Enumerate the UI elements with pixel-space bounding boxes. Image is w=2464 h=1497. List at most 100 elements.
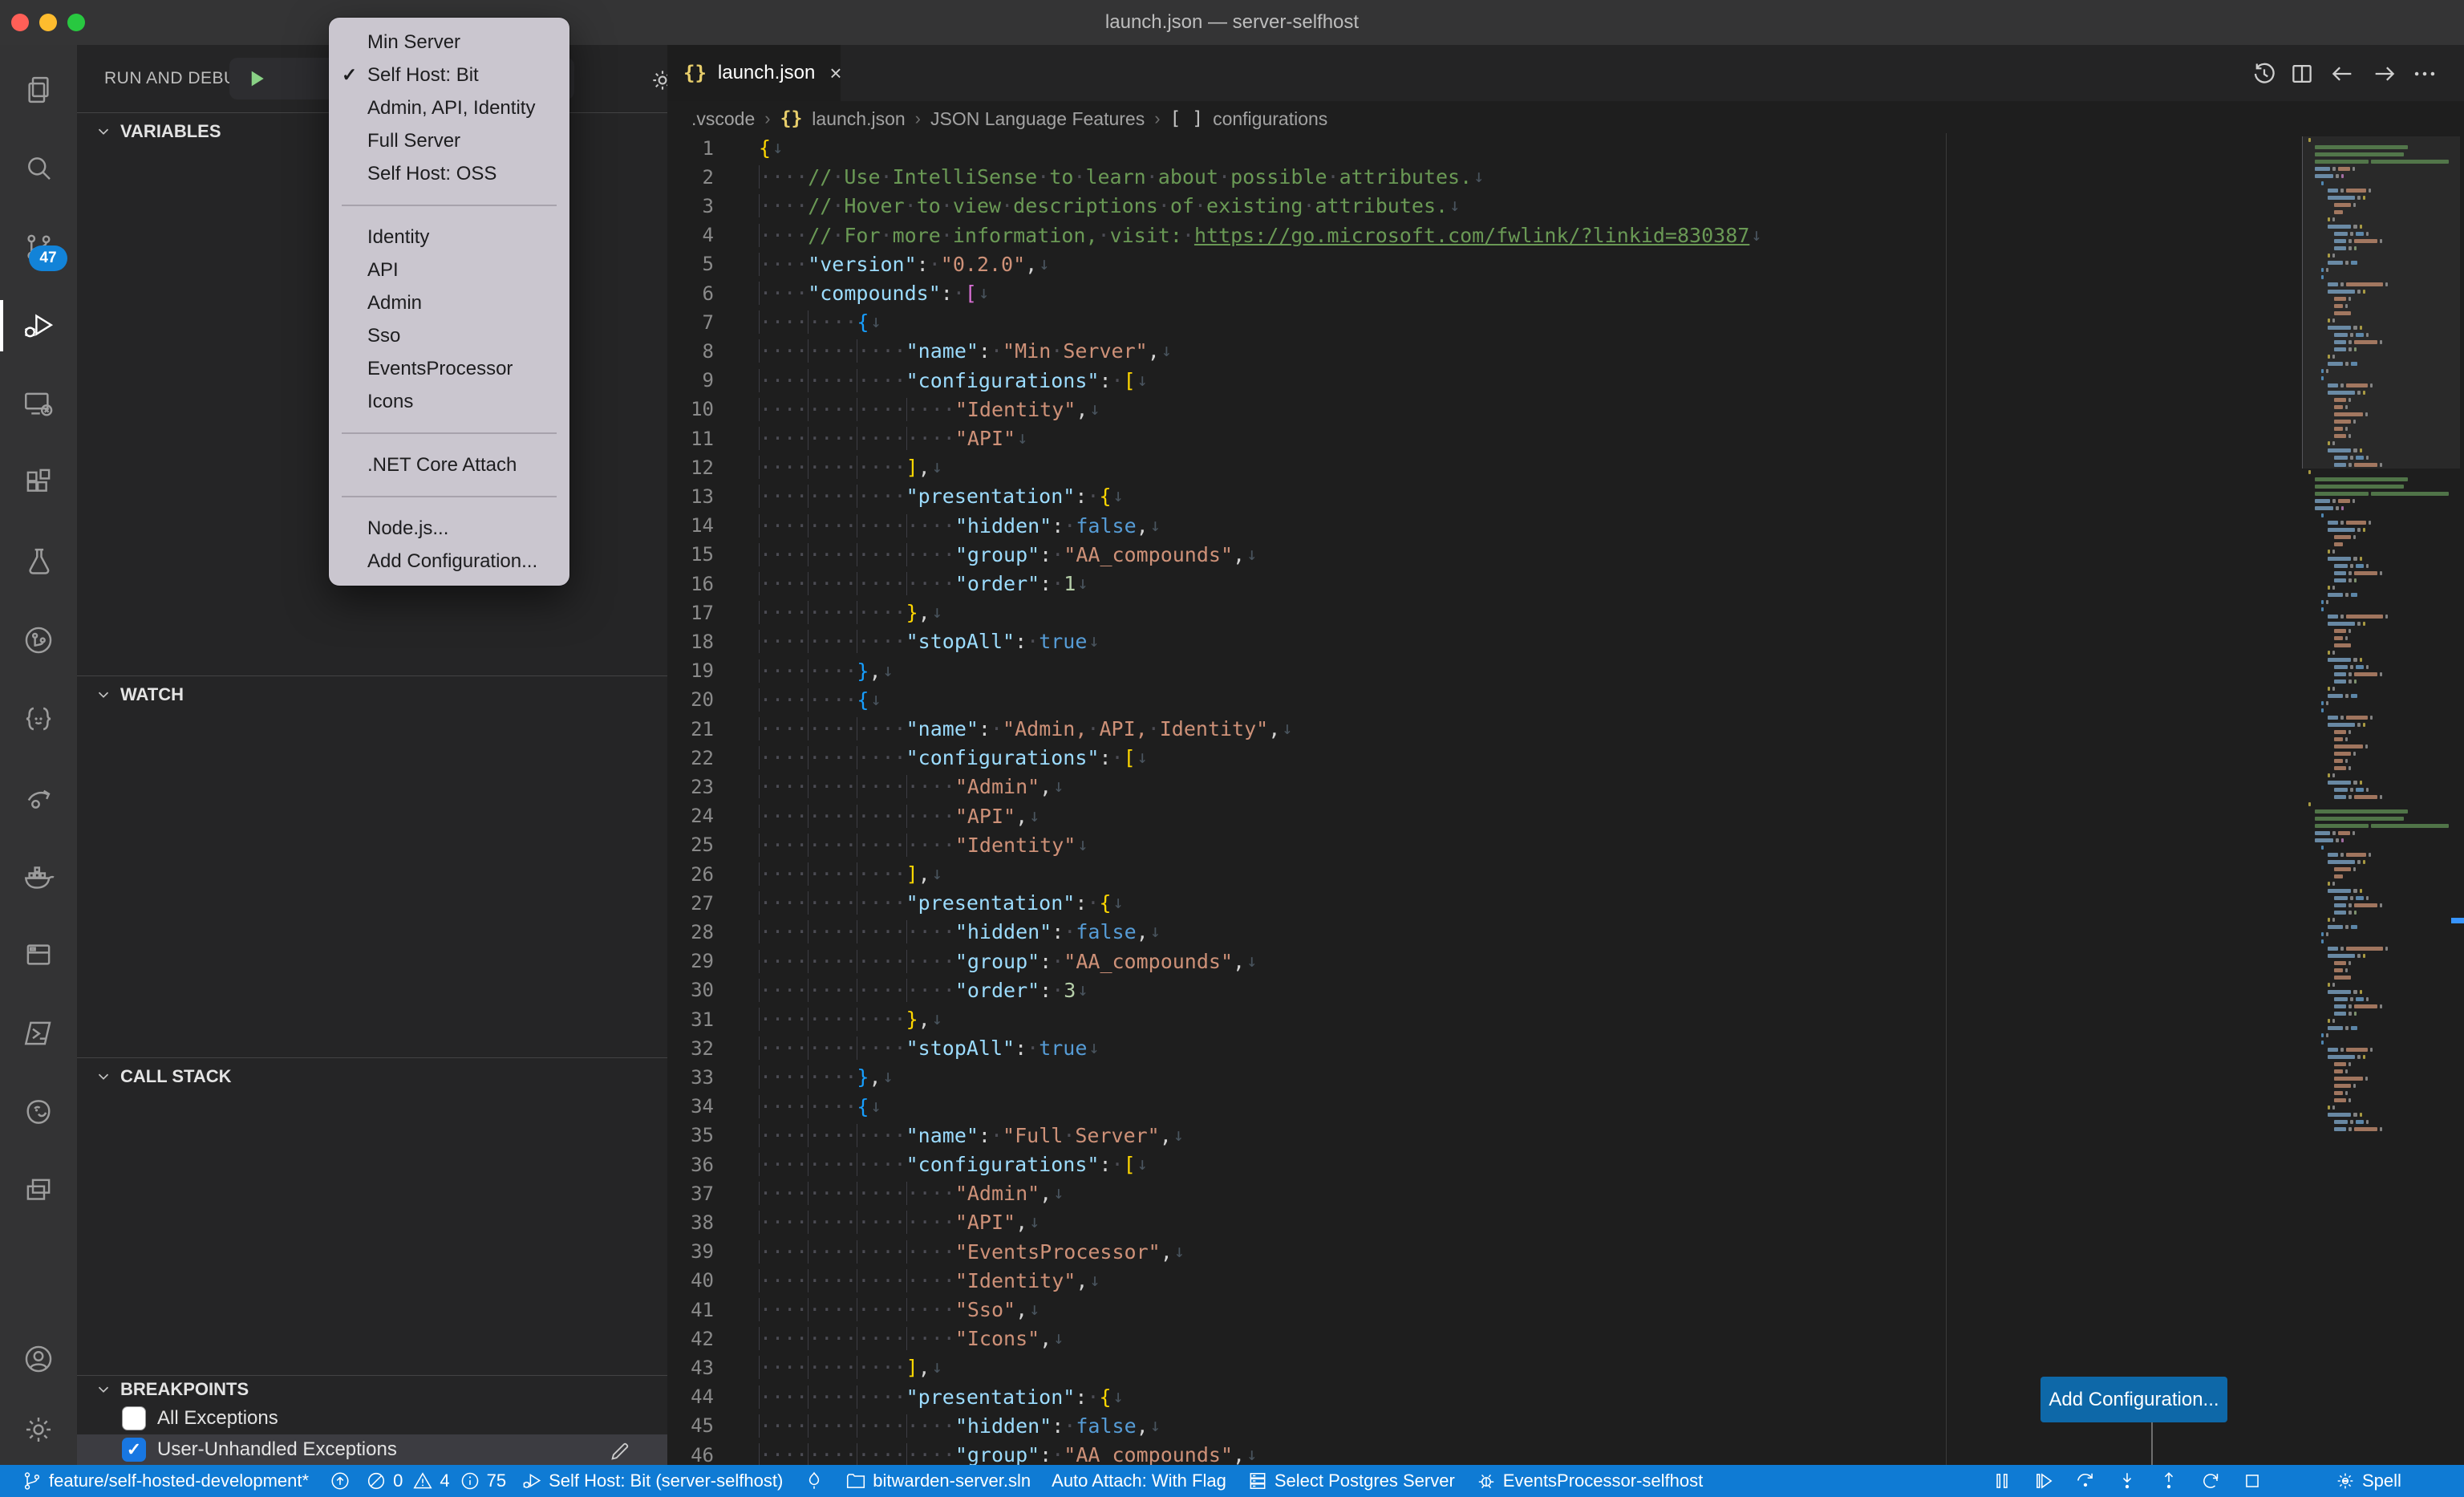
status-self-host-bit-server-selfhost[interactable]: Self Host: Bit (server-selfhost): [511, 1465, 793, 1497]
code-line[interactable]: 34········{↓: [667, 1092, 881, 1122]
code-line[interactable]: 5····"version":·"0.2.0",↓: [667, 250, 1049, 279]
menu-item-self-host-bit[interactable]: ✓Self Host: Bit: [329, 59, 569, 91]
navigate-back-icon[interactable]: [2324, 56, 2360, 91]
code-line[interactable]: 19········},↓: [667, 656, 894, 686]
start-debugging-button[interactable]: [234, 58, 279, 99]
menu-item-icons[interactable]: Icons: [329, 385, 569, 418]
breadcrumb-vscode[interactable]: .vscode: [691, 108, 755, 130]
code-line[interactable]: 15················"group":·"AA_compounds…: [667, 540, 1257, 570]
code-line[interactable]: 6····"compounds":·[↓: [667, 278, 989, 308]
code-line[interactable]: 41················"Sso",↓: [667, 1295, 1040, 1325]
code-line[interactable]: 40················"Identity",↓: [667, 1266, 1100, 1296]
code-line[interactable]: 30················"order":·3↓: [667, 976, 1088, 1005]
menu-item-min-server[interactable]: Min Server: [329, 26, 569, 59]
activity-bar-testing-icon[interactable]: [0, 526, 77, 597]
activity-bar-extensions-icon[interactable]: [0, 448, 77, 518]
code-line[interactable]: 25················"Identity"↓: [667, 830, 1088, 860]
code-line[interactable]: 28················"hidden":·false,↓: [667, 917, 1161, 947]
code-line[interactable]: 16················"order":·1↓: [667, 569, 1088, 598]
menu-item-net-core-attach[interactable]: .NET Core Attach: [329, 448, 569, 481]
all-exceptions-checkbox[interactable]: [122, 1406, 146, 1430]
activity-bar-remote-explorer-icon[interactable]: [0, 369, 77, 440]
code-line[interactable]: 21············"name":·"Admin,·API,·Ident…: [667, 714, 1293, 744]
code-line[interactable]: 45················"hidden":·false,↓: [667, 1411, 1161, 1441]
breadcrumb-json-language-features[interactable]: JSON Language Features: [930, 108, 1145, 130]
breakpoint-user-unhandled-row[interactable]: ✓ User-Unhandled Exceptions: [77, 1434, 667, 1465]
activity-bar-postgres-icon[interactable]: [0, 1077, 77, 1147]
code-line[interactable]: 18············"stopAll":·true↓: [667, 627, 1100, 656]
code-line[interactable]: 10················"Identity",↓: [667, 395, 1100, 424]
split-editor-icon[interactable]: [2284, 56, 2320, 91]
tab-launch-json[interactable]: {} launch.json ×: [667, 45, 841, 101]
code-line[interactable]: 4····//·For·more·information,·visit:·htt…: [667, 221, 1762, 250]
code-line[interactable]: 31············},↓: [667, 1004, 942, 1034]
user-unhandled-checkbox[interactable]: ✓: [122, 1438, 146, 1462]
activity-bar-search-icon[interactable]: [0, 133, 77, 204]
code-line[interactable]: 11················"API"↓: [667, 424, 1027, 453]
status-4[interactable]: 4: [407, 1465, 454, 1497]
code-line[interactable]: 32············"stopAll":·true↓: [667, 1033, 1100, 1063]
call-stack-section-header[interactable]: CALL STACK: [77, 1057, 667, 1094]
activity-bar-account-icon[interactable]: [0, 1324, 77, 1394]
code-line[interactable]: 43············],↓: [667, 1353, 942, 1382]
code-line[interactable]: 36············"configurations":·[↓: [667, 1150, 1148, 1179]
add-configuration-button[interactable]: Add Configuration...: [2040, 1377, 2227, 1422]
activity-bar-settings-gear-icon[interactable]: [0, 1394, 77, 1465]
code-line[interactable]: 46················"group":·"AA_compounds…: [667, 1440, 1257, 1465]
menu-item-admin[interactable]: Admin: [329, 286, 569, 319]
code-line[interactable]: 35············"name":·"Full·Server",↓: [667, 1121, 1184, 1150]
activity-bar-source-control-icon[interactable]: 47: [0, 212, 77, 282]
code-line[interactable]: 42················"Icons",↓: [667, 1324, 1064, 1353]
status-0[interactable]: 0: [361, 1465, 407, 1497]
activity-bar-json-brackets-icon[interactable]: [0, 684, 77, 754]
activity-bar-files-icon[interactable]: [0, 55, 77, 125]
code-line[interactable]: 13············"presentation":·{↓: [667, 481, 1124, 511]
menu-item-identity[interactable]: Identity: [329, 221, 569, 254]
code-line[interactable]: 27············"presentation":·{↓: [667, 888, 1124, 918]
code-line[interactable]: 26············],↓: [667, 859, 942, 889]
code-line[interactable]: 2····//·Use·IntelliSense·to·learn·about·…: [667, 162, 1484, 192]
activity-bar-powershell-icon[interactable]: [0, 998, 77, 1069]
breadcrumb-launch-json[interactable]: launch.json: [812, 108, 905, 130]
tab-close-icon[interactable]: ×: [829, 61, 841, 86]
menu-item-sso[interactable]: Sso: [329, 319, 569, 352]
code-line[interactable]: 17············},↓: [667, 598, 942, 627]
code-area[interactable]: 1{↓2····//·Use·IntelliSense·to·learn·abo…: [667, 133, 2272, 1465]
navigate-forward-icon[interactable]: [2367, 56, 2402, 91]
edit-breakpoint-pencil-icon[interactable]: [608, 1439, 632, 1463]
code-line[interactable]: 7········{↓: [667, 307, 881, 337]
timeline-icon[interactable]: [2247, 56, 2282, 91]
code-line[interactable]: 44············"presentation":·{↓: [667, 1382, 1124, 1412]
code-line[interactable]: 24················"API",↓: [667, 801, 1040, 831]
status-flame-icon[interactable]: [793, 1465, 835, 1497]
code-line[interactable]: 8············"name":·"Min·Server",↓: [667, 336, 1172, 366]
status-feature-self-hosted-development[interactable]: feature/self-hosted-development*: [11, 1465, 319, 1497]
status-step-over-icon[interactable]: [2065, 1465, 2106, 1497]
activity-bar-window-layers-icon[interactable]: [0, 1155, 77, 1226]
menu-item-eventsprocessor[interactable]: EventsProcessor: [329, 352, 569, 385]
status-eventsprocessor-selfhost[interactable]: EventsProcessor-selfhost: [1465, 1465, 1713, 1497]
code-line[interactable]: 1{↓: [667, 133, 783, 163]
editor-more-actions-icon[interactable]: [2407, 56, 2442, 91]
code-line[interactable]: 3····//·Hover·to·view·descriptions·of·ex…: [667, 191, 1460, 221]
status-step-into-icon[interactable]: [2106, 1465, 2148, 1497]
code-line[interactable]: 14················"hidden":·false,↓: [667, 511, 1161, 541]
menu-item-node-js[interactable]: Node.js...: [329, 512, 569, 545]
breakpoints-section-header[interactable]: BREAKPOINTS: [77, 1375, 667, 1402]
status-spell-checker[interactable]: Spell: [2324, 1465, 2412, 1497]
menu-item-self-host-oss[interactable]: Self Host: OSS: [329, 157, 569, 190]
code-line[interactable]: 9············"configurations":·[↓: [667, 366, 1148, 396]
code-line[interactable]: 33········},↓: [667, 1062, 894, 1092]
menu-item-full-server[interactable]: Full Server: [329, 124, 569, 157]
code-line[interactable]: 23················"Admin",↓: [667, 772, 1064, 801]
code-line[interactable]: 12············],↓: [667, 452, 942, 482]
menu-item-api[interactable]: API: [329, 254, 569, 286]
menu-item-admin-api-identity[interactable]: Admin, API, Identity: [329, 91, 569, 124]
watch-section-header[interactable]: WATCH: [77, 675, 667, 712]
status-publish-icon[interactable]: [319, 1465, 361, 1497]
code-line[interactable]: 39················"EventsProcessor",↓: [667, 1237, 1185, 1267]
menu-item-add-configuration[interactable]: Add Configuration...: [329, 545, 569, 578]
status-select-postgres-server[interactable]: Select Postgres Server: [1237, 1465, 1465, 1497]
breakpoint-all-exceptions-row[interactable]: All Exceptions: [77, 1402, 667, 1434]
status-bitwarden-server-sln[interactable]: bitwarden-server.sln: [835, 1465, 1041, 1497]
